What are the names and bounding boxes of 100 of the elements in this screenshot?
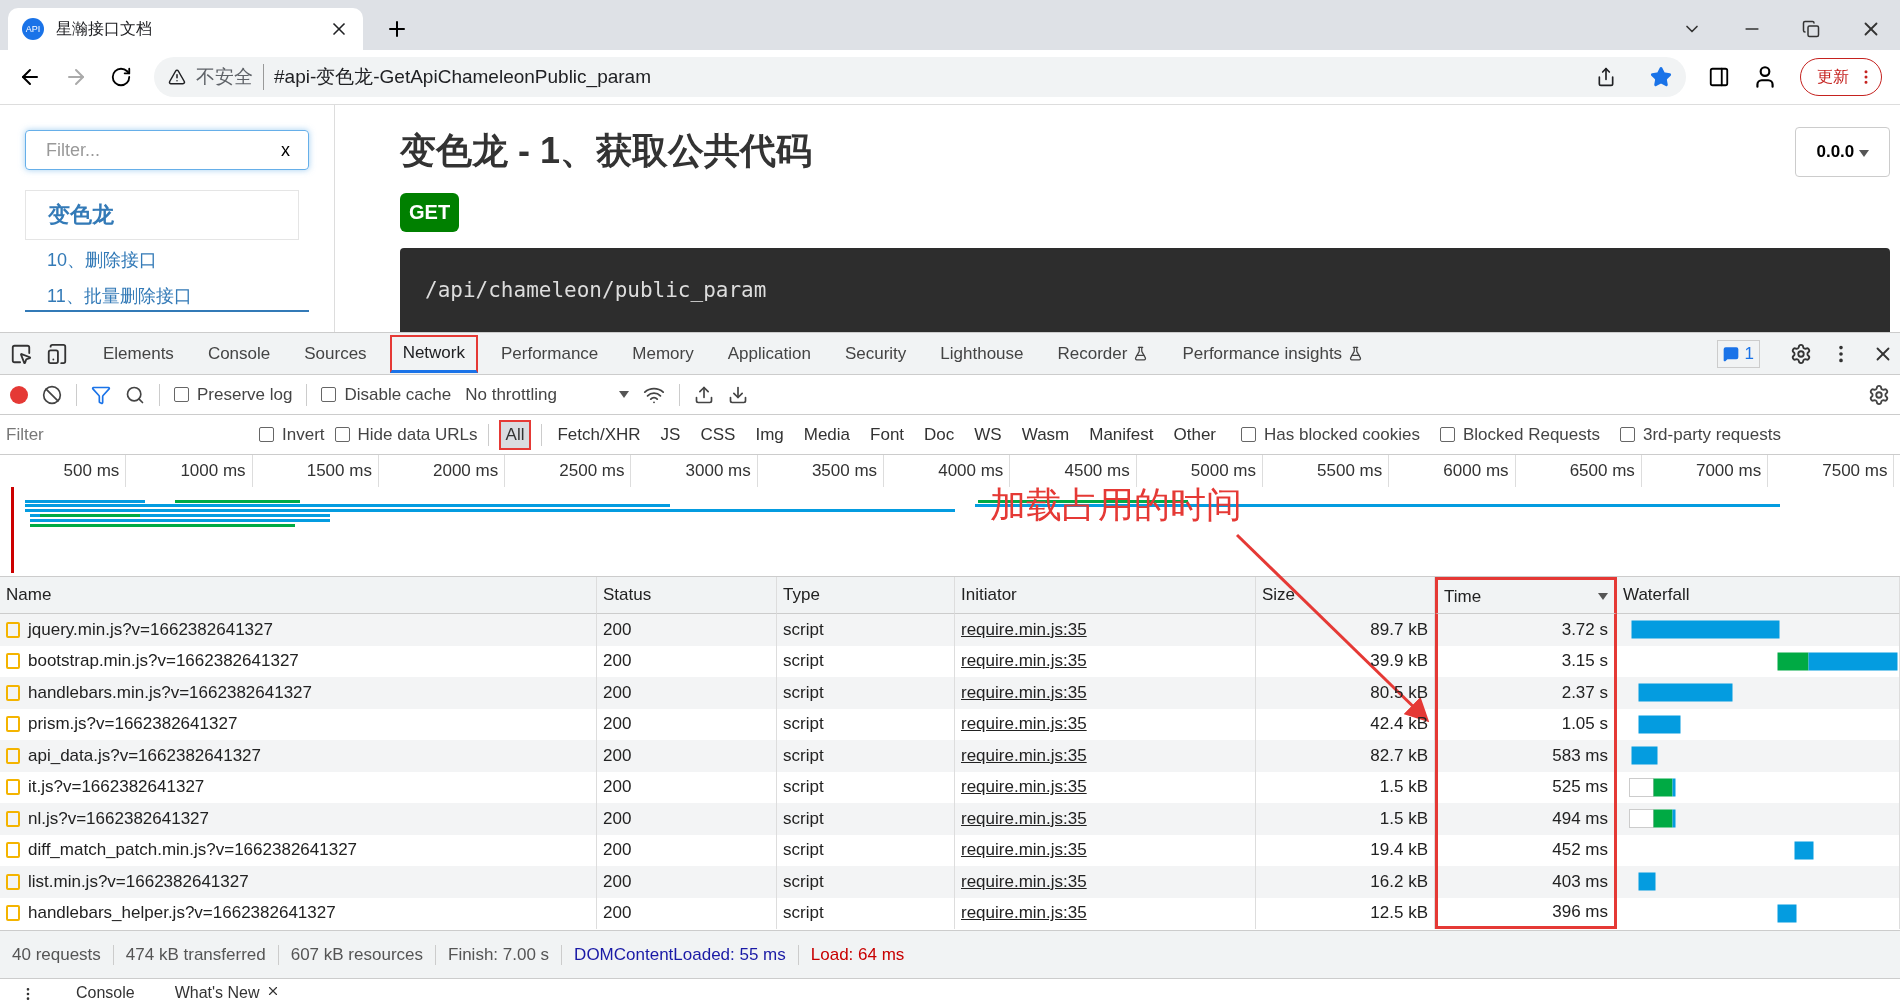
sidebar-group[interactable]: 变色龙 xyxy=(25,190,299,240)
settings-icon[interactable] xyxy=(1790,342,1812,365)
script-file-icon xyxy=(6,873,20,890)
filter-checkbox[interactable]: Invert xyxy=(259,424,325,445)
filter-checkbox[interactable]: Blocked Requests xyxy=(1439,424,1600,445)
initiator-link[interactable]: require.min.js:35 xyxy=(961,871,1087,892)
sidebar-item[interactable]: 10、删除接口 xyxy=(25,240,309,276)
waterfall-bars xyxy=(1777,903,1797,923)
timeline-tick: 7000 ms xyxy=(1641,455,1769,487)
endpoint-path: /api/chameleon/public_param xyxy=(400,248,1890,332)
initiator-link[interactable]: require.min.js:35 xyxy=(961,808,1087,829)
type-filter[interactable]: Wasm xyxy=(1016,421,1075,448)
column-header[interactable]: Type xyxy=(777,577,955,614)
filter-icon[interactable] xyxy=(91,384,111,405)
column-header[interactable]: Size xyxy=(1256,577,1435,614)
type-filter[interactable]: JS xyxy=(655,421,686,448)
column-header[interactable]: Status xyxy=(597,577,777,614)
address-bar[interactable]: 不安全 #api-变色龙-GetApiChameleonPublic_param xyxy=(154,57,1686,97)
timeline-tick: 2000 ms xyxy=(378,455,506,487)
initiator-link[interactable]: require.min.js:35 xyxy=(961,619,1087,640)
devtools-tab[interactable]: Performance insights xyxy=(1171,334,1375,373)
devtools-tab[interactable]: Recorder xyxy=(1046,334,1160,373)
inspect-icon[interactable] xyxy=(10,342,32,365)
type-filter[interactable]: Doc xyxy=(919,421,960,448)
timeline-tick: 6000 ms xyxy=(1389,455,1516,487)
table-cell: 12.5 kB xyxy=(1256,897,1435,929)
type-filter[interactable]: Font xyxy=(865,421,910,448)
table-cell: script xyxy=(777,677,955,709)
type-filter[interactable]: Manifest xyxy=(1084,421,1159,448)
type-filter[interactable]: Other xyxy=(1168,421,1222,448)
script-file-icon xyxy=(6,653,20,670)
import-icon[interactable] xyxy=(694,384,715,405)
initiator-link[interactable]: require.min.js:35 xyxy=(961,682,1087,703)
filter-checkbox[interactable]: 3rd-party requests xyxy=(1620,424,1781,445)
table-cell: 200 xyxy=(597,614,777,646)
browser-tab[interactable]: API 星瀚接口文档 xyxy=(8,8,363,50)
devtools-tab[interactable]: Sources xyxy=(293,334,378,373)
status-text: 40 requests xyxy=(12,944,114,965)
security-label: 不安全 xyxy=(196,64,264,90)
script-file-icon xyxy=(6,621,20,638)
preserve-log-checkbox[interactable]: Preserve log xyxy=(174,384,293,405)
status-text: Load: 64 ms xyxy=(810,944,906,965)
initiator-link[interactable]: require.min.js:35 xyxy=(961,777,1087,798)
initiator-link[interactable]: require.min.js:35 xyxy=(961,651,1087,672)
filter-checkbox[interactable]: Hide data URLs xyxy=(334,424,478,445)
table-cell: handlebars.min.js?v=1662382641327 xyxy=(0,677,597,709)
timeline-tick: 500 ms xyxy=(0,455,127,487)
drawer-tab[interactable]: Console xyxy=(76,984,135,1002)
clear-icon[interactable] xyxy=(42,384,62,405)
column-header[interactable]: Name xyxy=(0,577,597,614)
devtools-tab[interactable]: Security xyxy=(833,334,918,373)
initiator-link[interactable]: require.min.js:35 xyxy=(961,903,1087,924)
issues-badge[interactable]: 1 xyxy=(1716,339,1760,368)
device-toolbar-icon[interactable] xyxy=(46,342,68,365)
record-icon[interactable] xyxy=(10,385,28,404)
tab-title: 星瀚接口文档 xyxy=(56,18,152,39)
initiator-link[interactable]: require.min.js:35 xyxy=(961,745,1087,766)
table-cell: script xyxy=(777,897,955,929)
devtools-tab[interactable]: Memory xyxy=(621,334,705,373)
bookmark-star-icon[interactable] xyxy=(1650,66,1672,88)
filter-checkbox[interactable]: Has blocked cookies xyxy=(1241,424,1420,445)
timeline-tick: 1500 ms xyxy=(252,455,379,487)
initiator-link[interactable]: require.min.js:35 xyxy=(961,714,1087,735)
reload-icon[interactable] xyxy=(110,66,132,88)
sidebar-item[interactable]: 11、批量删除接口 xyxy=(25,276,309,312)
version-dropdown[interactable]: 0.0.0 xyxy=(1795,127,1890,177)
type-filter[interactable]: All xyxy=(498,419,532,450)
type-filter[interactable]: Fetch/XHR xyxy=(552,421,646,448)
throttling-dropdown[interactable]: No throttling xyxy=(465,384,606,405)
sort-icon xyxy=(1598,593,1608,600)
disable-cache-checkbox[interactable]: Disable cache xyxy=(321,384,452,405)
initiator-link[interactable]: require.min.js:35 xyxy=(961,840,1087,861)
type-filter[interactable]: CSS xyxy=(695,421,741,448)
devtools-tab[interactable]: Console xyxy=(196,334,282,373)
restore-icon[interactable] xyxy=(1802,20,1820,38)
update-button[interactable]: 更新 xyxy=(1800,58,1882,96)
devtools-tab[interactable]: Lighthouse xyxy=(929,334,1035,373)
devtools-tab[interactable]: Elements xyxy=(92,334,185,373)
devtools-tab[interactable]: Application xyxy=(716,334,822,373)
table-cell: 89.7 kB xyxy=(1256,614,1435,646)
type-filter[interactable]: Media xyxy=(798,421,856,448)
drawer-tab[interactable]: What's New xyxy=(174,984,280,1002)
share-icon[interactable] xyxy=(1596,67,1616,87)
type-filter[interactable]: WS xyxy=(969,421,1007,448)
side-panel-icon[interactable] xyxy=(1708,66,1730,88)
script-file-icon xyxy=(6,747,20,764)
column-header[interactable]: Time xyxy=(1435,577,1617,614)
table-cell: script xyxy=(777,803,955,835)
timeline-tick: 3500 ms xyxy=(757,455,885,487)
type-filter[interactable]: Img xyxy=(750,421,789,448)
search-icon[interactable] xyxy=(125,384,145,405)
clear-button[interactable]: x xyxy=(281,139,290,161)
devtools-tab[interactable]: Performance xyxy=(490,334,610,373)
settings-icon[interactable] xyxy=(1868,383,1890,406)
timeline-tick: 1000 ms xyxy=(126,455,253,487)
export-icon[interactable] xyxy=(728,384,749,405)
column-header[interactable]: Initiator xyxy=(955,577,1256,614)
column-header[interactable]: Waterfall xyxy=(1617,577,1900,614)
devtools-tab[interactable]: Network xyxy=(389,334,478,373)
filter-field[interactable]: Filter... x xyxy=(25,130,309,170)
